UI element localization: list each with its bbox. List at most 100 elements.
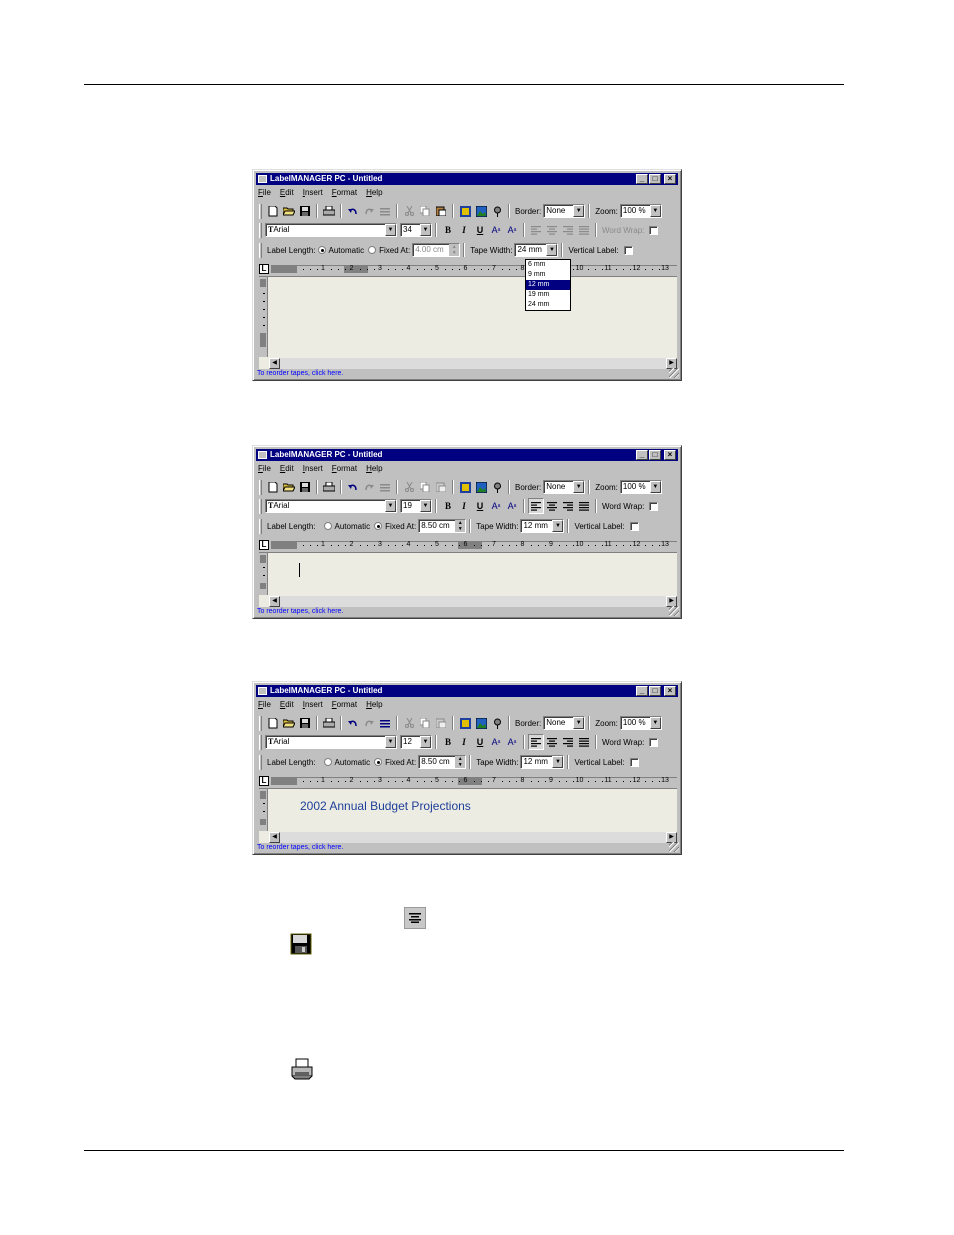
menu-help[interactable]: Help — [366, 187, 382, 199]
chevron-down-icon[interactable]: ▼ — [385, 224, 396, 236]
align-right-icon[interactable] — [560, 222, 576, 238]
fixed-at-input[interactable]: 8.50 cm ▲ ▼ — [418, 755, 467, 769]
minimize-button[interactable]: _ — [636, 686, 648, 696]
menu-insert[interactable]: Insert — [303, 187, 323, 199]
subscript-button[interactable]: Aa — [504, 222, 520, 238]
document-area[interactable]: ◀ ▶ 2002 Annual Budget Projections — [259, 788, 677, 843]
automatic-radio[interactable] — [323, 522, 332, 530]
insert-text-icon[interactable] — [457, 479, 473, 495]
chevron-down-icon[interactable]: ▼ — [420, 736, 431, 748]
superscript-button[interactable]: Aa — [488, 498, 504, 514]
chevron-down-icon[interactable]: ▼ — [649, 205, 661, 217]
dropdown-option[interactable]: 9 mm — [526, 270, 570, 280]
font-size-select[interactable]: 19 ▼ — [400, 499, 432, 513]
menu-edit[interactable]: Edit — [280, 187, 294, 199]
font-select[interactable]: TArial ▼ — [265, 223, 397, 237]
insert-barcode-icon[interactable] — [489, 479, 505, 495]
fixed-at-radio[interactable] — [374, 758, 383, 766]
redo-icon[interactable] — [361, 479, 377, 495]
insert-image-icon[interactable] — [473, 479, 489, 495]
cut-icon[interactable] — [401, 715, 417, 731]
menu-help[interactable]: Help — [366, 699, 382, 711]
reorder-icon[interactable] — [377, 479, 393, 495]
underline-button[interactable]: U — [472, 222, 488, 238]
menu-edit[interactable]: Edit — [280, 463, 294, 475]
minimize-button[interactable]: _ — [636, 174, 648, 184]
new-icon[interactable] — [265, 203, 281, 219]
chevron-down-icon[interactable]: ▼ — [385, 736, 396, 748]
print-icon[interactable] — [321, 203, 337, 219]
align-left-icon[interactable] — [528, 222, 544, 238]
align-right-icon[interactable] — [560, 498, 576, 514]
bold-button[interactable]: B — [440, 498, 456, 514]
paste-icon[interactable] — [433, 715, 449, 731]
toolbar-grip[interactable] — [259, 715, 262, 731]
menu-insert[interactable]: Insert — [303, 699, 323, 711]
maximize-button[interactable]: □ — [649, 450, 661, 460]
chevron-down-icon[interactable]: ▼ — [552, 520, 564, 532]
menu-format[interactable]: Format — [332, 699, 357, 711]
menu-file[interactable]: File — [258, 463, 271, 475]
document-area[interactable]: ◀ ▶ — [259, 276, 677, 369]
zoom-select[interactable]: 100 % ▼ — [619, 480, 662, 494]
subscript-button[interactable]: Aa — [504, 734, 520, 750]
fixed-at-radio[interactable] — [374, 522, 383, 530]
vertical-label-checkbox[interactable] — [629, 757, 639, 767]
font-select[interactable]: TArial ▼ — [265, 735, 397, 749]
chevron-down-icon[interactable]: ▼ — [385, 500, 396, 512]
insert-image-icon[interactable] — [473, 203, 489, 219]
underline-button[interactable]: U — [472, 498, 488, 514]
copy-icon[interactable] — [417, 203, 433, 219]
title-bar[interactable]: LabelMANAGER PC - Untitled _ □ × — [256, 685, 678, 697]
status-link[interactable]: To reorder tapes, click here. — [257, 843, 343, 852]
border-select[interactable]: None ▼ — [543, 480, 586, 494]
dropdown-option[interactable]: 24 mm — [526, 300, 570, 310]
resize-grip-icon[interactable] — [669, 368, 679, 378]
toolbar-grip[interactable] — [259, 754, 262, 770]
bold-button[interactable]: B — [440, 222, 456, 238]
zoom-select[interactable]: 100 % ▼ — [619, 204, 662, 218]
print-icon[interactable] — [321, 479, 337, 495]
fixed-at-input[interactable]: 8.50 cm ▲ ▼ — [418, 519, 467, 533]
tape-width-select[interactable]: 24 mm ▼ — [514, 243, 559, 257]
menu-file[interactable]: File — [258, 699, 271, 711]
redo-icon[interactable] — [361, 203, 377, 219]
bold-button[interactable]: B — [440, 734, 456, 750]
undo-icon[interactable] — [345, 479, 361, 495]
automatic-radio[interactable] — [323, 758, 332, 766]
scroll-left-icon[interactable]: ◀ — [269, 832, 280, 843]
copy-icon[interactable] — [417, 479, 433, 495]
title-bar[interactable]: LabelMANAGER PC - Untitled _ □ × — [256, 173, 678, 185]
automatic-radio[interactable] — [317, 246, 326, 254]
open-icon[interactable] — [281, 203, 297, 219]
italic-button[interactable]: I — [456, 222, 472, 238]
chevron-down-icon[interactable]: ▼ — [420, 224, 431, 236]
menu-format[interactable]: Format — [332, 463, 357, 475]
align-justify-icon[interactable] — [576, 222, 592, 238]
dropdown-option[interactable]: 6 mm — [526, 260, 570, 270]
resize-grip-icon[interactable] — [669, 606, 679, 616]
insert-barcode-icon[interactable] — [489, 203, 505, 219]
subscript-button[interactable]: Aa — [504, 498, 520, 514]
chevron-down-icon[interactable]: ▼ — [573, 481, 585, 493]
align-center-icon[interactable] — [544, 734, 560, 750]
title-bar[interactable]: LabelMANAGER PC - Untitled _ □ × — [256, 449, 678, 461]
zoom-select[interactable]: 100 % ▼ — [619, 716, 662, 730]
chevron-down-icon[interactable]: ▼ — [420, 500, 431, 512]
word-wrap-checkbox[interactable] — [649, 225, 659, 235]
save-icon[interactable] — [297, 715, 313, 731]
cut-icon[interactable] — [401, 479, 417, 495]
align-left-icon[interactable] — [528, 498, 544, 514]
menu-edit[interactable]: Edit — [280, 699, 294, 711]
open-icon[interactable] — [281, 715, 297, 731]
chevron-down-icon[interactable]: ▼ — [546, 244, 558, 256]
fixed-at-input[interactable]: 4.00 cm ▲ ▼ — [412, 243, 461, 257]
spinner-icon[interactable]: ▲ ▼ — [455, 756, 466, 768]
tape-width-select[interactable]: 12 mm ▼ — [520, 519, 565, 533]
undo-icon[interactable] — [345, 203, 361, 219]
horizontal-scrollbar[interactable]: ◀ ▶ — [269, 832, 677, 843]
toolbar-grip[interactable] — [259, 242, 262, 258]
insert-text-icon[interactable] — [457, 715, 473, 731]
chevron-down-icon[interactable]: ▼ — [573, 717, 585, 729]
tab-stop-icon[interactable]: L — [259, 540, 269, 550]
